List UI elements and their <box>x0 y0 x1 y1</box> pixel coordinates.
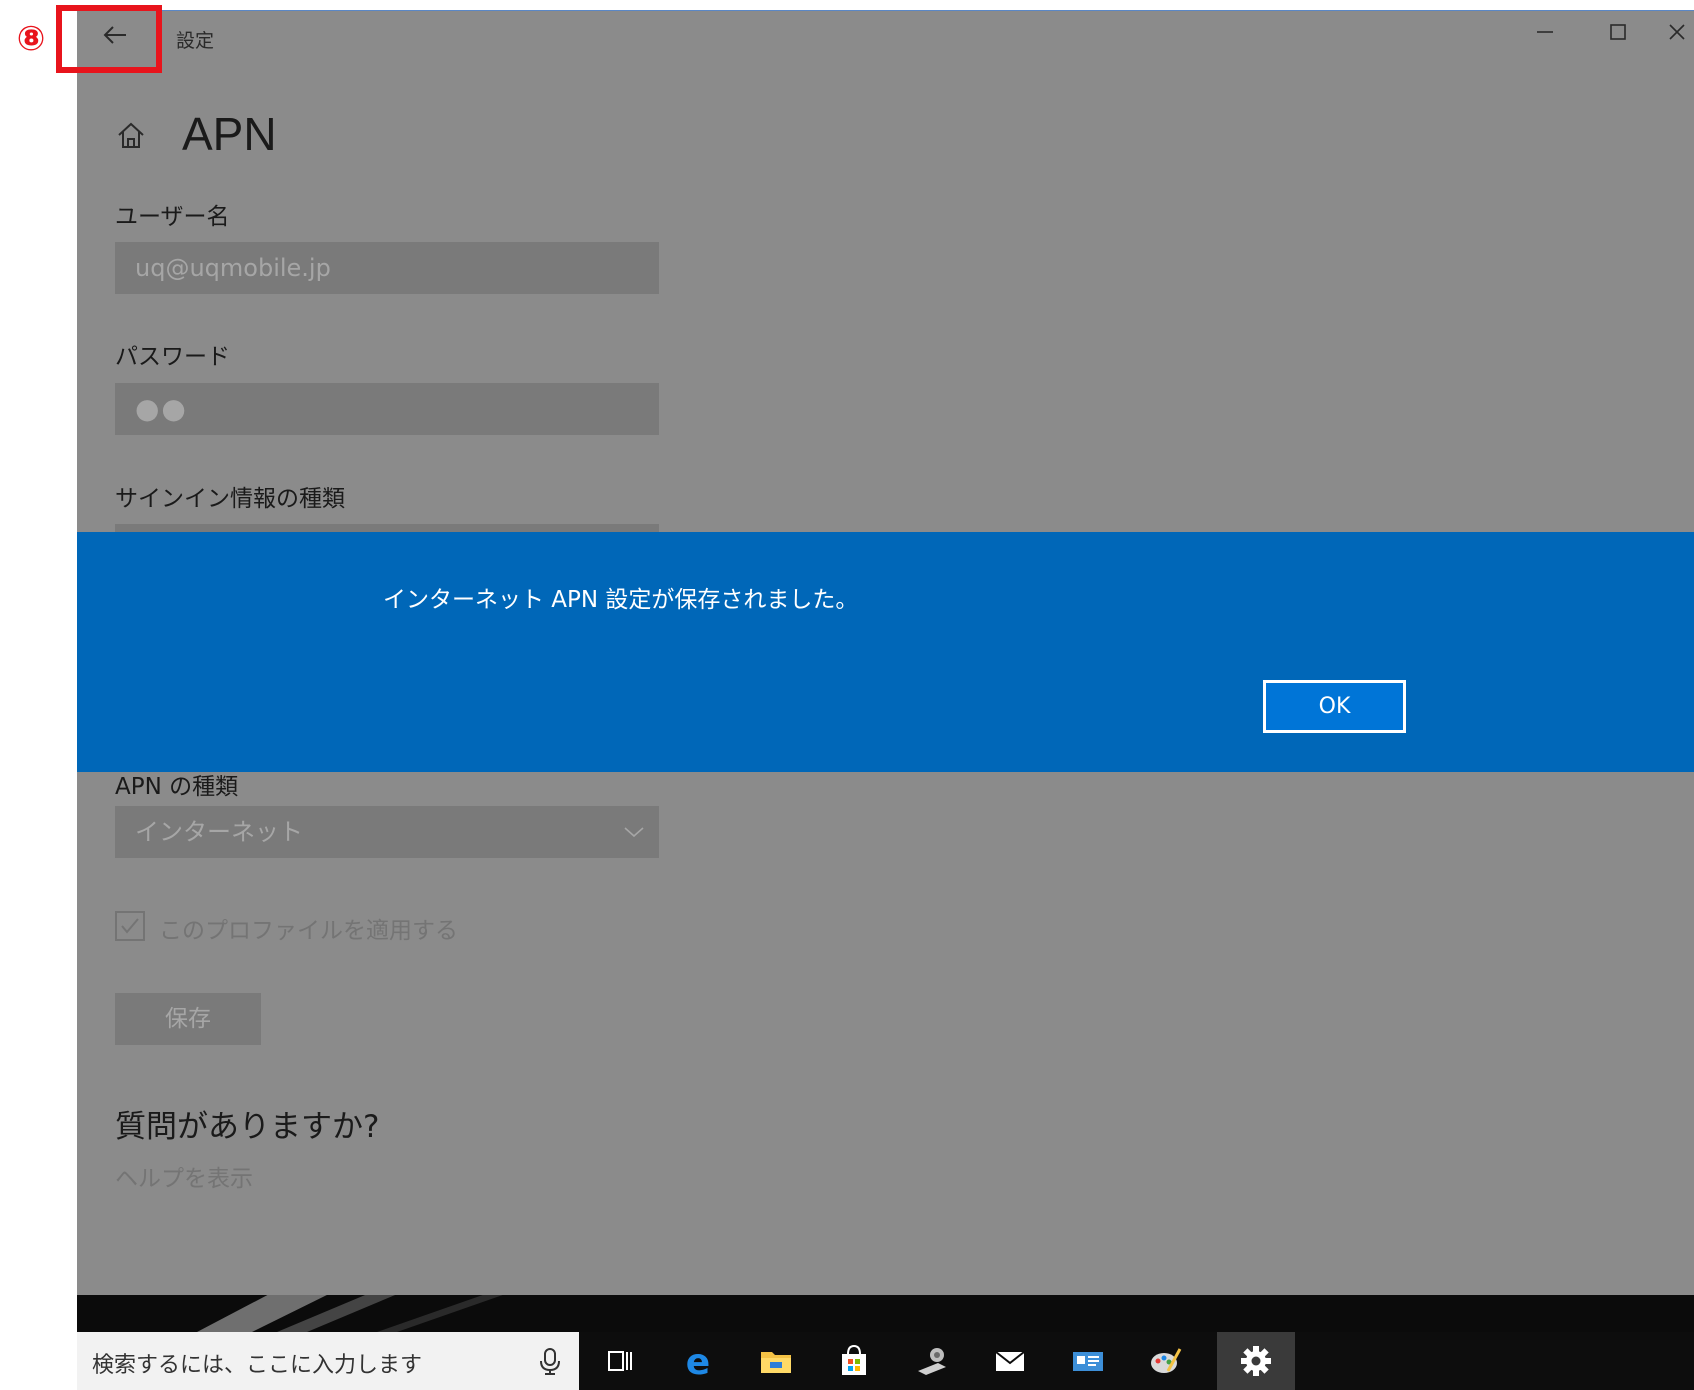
mail-icon[interactable] <box>990 1341 1030 1381</box>
close-button[interactable] <box>1662 21 1692 51</box>
search-placeholder: 検索するには、ここに入力します <box>92 1353 423 1378</box>
taskbar: 検索するには、ここに入力します e <box>77 1332 1694 1390</box>
file-explorer-icon[interactable] <box>756 1341 796 1381</box>
network-tool-icon[interactable] <box>912 1341 952 1381</box>
minimize-icon <box>1537 31 1553 33</box>
maximize-icon <box>1610 24 1626 40</box>
title-bar: 設定 <box>77 11 1694 63</box>
taskbar-search[interactable]: 検索するには、ここに入力します <box>77 1332 579 1390</box>
apn-type-label: APN の種類 <box>115 774 239 800</box>
saved-dialog: インターネット APN 設定が保存されました。 OK <box>77 532 1694 772</box>
close-icon <box>1669 24 1685 40</box>
help-link[interactable]: ヘルプを表示 <box>115 1159 253 1193</box>
password-input[interactable]: ●● <box>115 383 659 435</box>
help-title: 質問がありますか? <box>115 1109 380 1145</box>
highlight-box <box>56 5 162 73</box>
edge-browser-icon[interactable]: e <box>678 1341 718 1383</box>
password-dots: ●● <box>135 392 188 425</box>
page-title: APN <box>182 108 277 160</box>
microphone-icon[interactable] <box>537 1346 563 1376</box>
password-label: パスワード <box>115 344 230 370</box>
step-marker: ⑧ <box>16 19 46 59</box>
home-icon[interactable] <box>115 119 147 151</box>
save-button[interactable]: 保存 <box>115 993 261 1045</box>
gear-icon <box>1241 1346 1271 1376</box>
people-card-icon[interactable] <box>1068 1341 1108 1381</box>
desktop-wallpaper <box>77 1295 1694 1332</box>
checkbox-box <box>115 911 145 941</box>
username-label: ユーザー名 <box>115 204 230 230</box>
minimize-button[interactable] <box>1530 21 1560 51</box>
paint-icon[interactable] <box>1146 1341 1186 1381</box>
store-icon[interactable] <box>834 1341 874 1381</box>
svg-text:e: e <box>686 1342 710 1381</box>
dialog-message: インターネット APN 設定が保存されました。 <box>383 587 859 613</box>
apn-type-select[interactable]: インターネット <box>115 806 659 858</box>
ok-button[interactable]: OK <box>1263 680 1406 733</box>
task-view-icon[interactable] <box>600 1341 640 1381</box>
settings-taskbar-button[interactable] <box>1217 1332 1295 1390</box>
maximize-button[interactable] <box>1603 21 1633 51</box>
username-input[interactable]: uq@uqmobile.jp <box>115 242 659 294</box>
signin-type-label: サインイン情報の種類 <box>115 486 345 512</box>
apply-profile-label: このプロファイルを適用する <box>159 918 458 944</box>
chevron-down-icon <box>623 806 645 878</box>
checkmark-icon <box>121 918 139 934</box>
window-title: 設定 <box>176 30 215 52</box>
apn-type-value: インターネット <box>135 818 303 846</box>
